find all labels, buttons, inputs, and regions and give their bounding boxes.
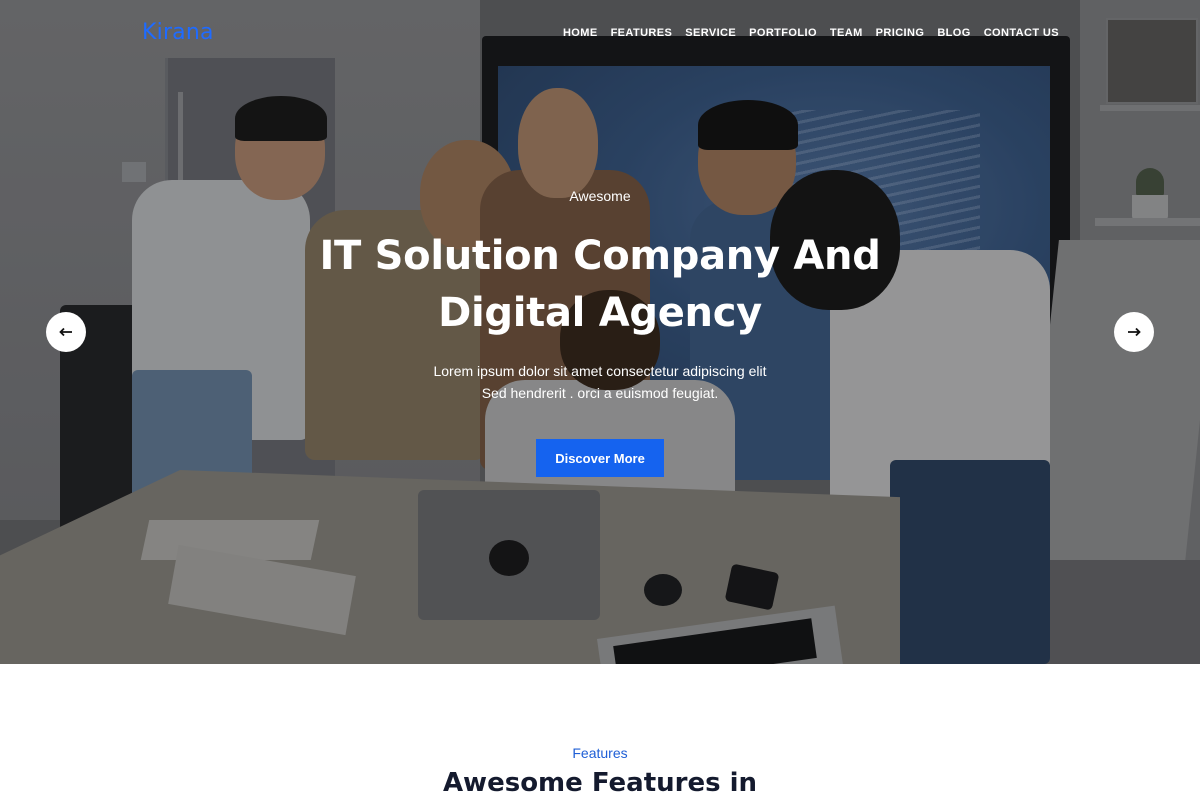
main-nav: HOME FEATURES SERVICE PORTFOLIO TEAM PRI… xyxy=(563,27,1059,39)
nav-service[interactable]: SERVICE xyxy=(685,27,736,39)
nav-team[interactable]: TEAM xyxy=(830,27,863,39)
hero-subtext: Lorem ipsum dolor sit amet consectetur a… xyxy=(0,360,1200,404)
arrow-left-icon xyxy=(59,327,72,337)
features-section: Features Awesome Features in xyxy=(0,664,1200,800)
nav-blog[interactable]: BLOG xyxy=(937,27,970,39)
nav-features[interactable]: FEATURES xyxy=(611,27,673,39)
hero-subtext-line1: Lorem ipsum dolor sit amet consectetur a… xyxy=(433,363,767,379)
nav-pricing[interactable]: PRICING xyxy=(876,27,925,39)
nav-contact-us[interactable]: CONTACT US xyxy=(984,27,1059,39)
hero-eyebrow: Awesome xyxy=(569,188,631,204)
hero-subtext-line2: Sed hendrerit . orci a euismod feugiat. xyxy=(481,385,719,401)
logo[interactable]: Kirana xyxy=(142,20,214,45)
nav-portfolio[interactable]: PORTFOLIO xyxy=(749,27,817,39)
discover-more-button[interactable]: Discover More xyxy=(536,439,664,477)
slider-prev-button[interactable] xyxy=(46,312,86,352)
hero-headline-line2: Digital Agency xyxy=(438,290,762,336)
features-label: Features xyxy=(572,745,628,761)
arrow-right-icon xyxy=(1128,327,1141,337)
hero-headline-line1: IT Solution Company And xyxy=(319,233,881,279)
nav-home[interactable]: HOME xyxy=(563,27,598,39)
hero-slider: Kirana HOME FEATURES SERVICE PORTFOLIO T… xyxy=(0,0,1200,664)
hero-headline: IT Solution Company And Digital Agency xyxy=(0,228,1200,342)
features-title: Awesome Features in xyxy=(442,768,758,798)
slider-next-button[interactable] xyxy=(1114,312,1154,352)
